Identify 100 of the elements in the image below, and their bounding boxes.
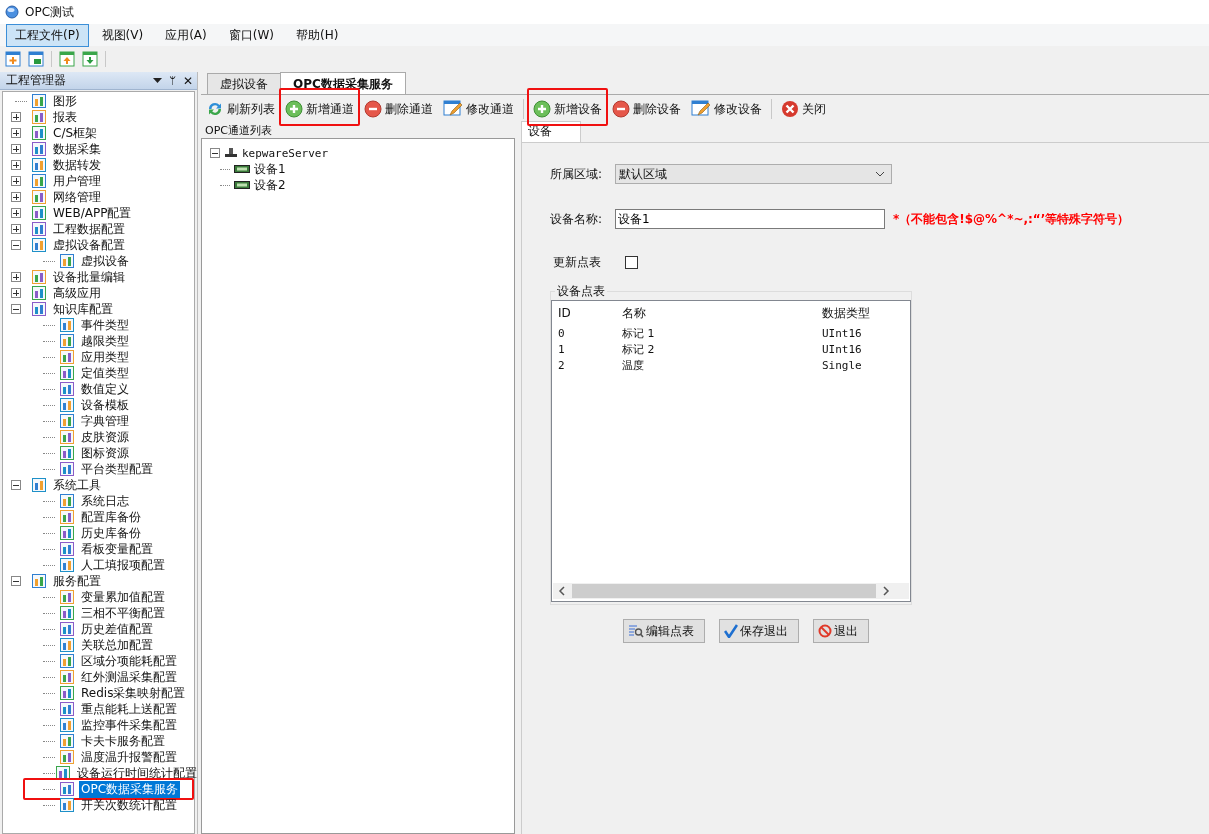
menu-item[interactable]: 窗口(W) bbox=[219, 23, 283, 47]
tree-item[interactable]: 设备2 bbox=[254, 176, 286, 194]
tree-item[interactable]: 系统工具 bbox=[51, 476, 103, 494]
scroll-left-icon[interactable] bbox=[558, 586, 566, 596]
tree-item[interactable]: 看板变量配置 bbox=[79, 540, 155, 558]
menu-item[interactable]: 视图(V) bbox=[92, 23, 153, 47]
scrollbar-thumb[interactable] bbox=[572, 584, 876, 598]
tree-item[interactable]: 服务配置 bbox=[51, 572, 103, 590]
tree-item[interactable]: kepwareServer bbox=[242, 146, 329, 160]
tree-item[interactable]: 事件类型 bbox=[79, 316, 131, 334]
remove-icon bbox=[364, 100, 382, 118]
new-file-icon[interactable] bbox=[5, 51, 21, 67]
form-button[interactable]: 保存退出 bbox=[719, 619, 799, 643]
horizontal-scrollbar[interactable] bbox=[553, 583, 909, 599]
menu-item[interactable]: 应用(A) bbox=[156, 23, 216, 47]
expand-toggle[interactable] bbox=[11, 224, 21, 234]
tree-item[interactable]: 设备批量编辑 bbox=[51, 268, 127, 286]
tree-item[interactable]: 数据采集 bbox=[51, 140, 103, 158]
tree-item[interactable]: 高级应用 bbox=[51, 284, 103, 302]
scroll-right-icon[interactable] bbox=[882, 586, 890, 596]
toolbar-button[interactable]: 删除设备 bbox=[608, 98, 685, 120]
area-dropdown[interactable]: 默认区域 bbox=[615, 164, 892, 184]
tree-item[interactable]: 报表 bbox=[51, 108, 79, 126]
toolbar-button[interactable]: 修改通道 bbox=[439, 98, 518, 120]
tree-item[interactable]: 用户管理 bbox=[51, 172, 103, 190]
tree-item[interactable]: 图形 bbox=[51, 92, 79, 110]
tree-item[interactable]: 虚拟设备 bbox=[79, 252, 131, 270]
pin-button[interactable]: ᛘ bbox=[168, 74, 176, 87]
tree-item[interactable]: 平台类型配置 bbox=[79, 460, 155, 478]
tree-item[interactable]: 红外测温采集配置 bbox=[79, 668, 179, 686]
column-header[interactable]: 名称 bbox=[622, 304, 822, 322]
expand-toggle[interactable] bbox=[11, 160, 21, 170]
tree-item[interactable]: 监控事件采集配置 bbox=[79, 716, 179, 734]
tree-item[interactable]: 变量累加值配置 bbox=[79, 588, 167, 606]
tree-item[interactable]: 虚拟设备配置 bbox=[51, 236, 127, 254]
tree-item[interactable]: 历史库备份 bbox=[79, 524, 143, 542]
tree-item[interactable]: 区域分项能耗配置 bbox=[79, 652, 179, 670]
tree-item[interactable]: 越限类型 bbox=[79, 332, 131, 350]
tree-item[interactable]: 系统日志 bbox=[79, 492, 131, 510]
checkbox[interactable] bbox=[625, 255, 638, 269]
tree-item[interactable]: 三相不平衡配置 bbox=[79, 604, 167, 622]
tree-item[interactable]: 设备模板 bbox=[79, 396, 131, 414]
form-button[interactable]: 退出 bbox=[813, 619, 869, 643]
tree-item[interactable]: 关联总加配置 bbox=[79, 636, 155, 654]
edit-icon bbox=[691, 100, 711, 118]
form-button[interactable]: 编辑点表 bbox=[623, 619, 705, 643]
server-icon bbox=[224, 147, 238, 159]
window-icon[interactable] bbox=[28, 51, 44, 67]
tree-item[interactable]: 卡夫卡服务配置 bbox=[79, 732, 167, 750]
tree-item[interactable]: C/S框架 bbox=[51, 124, 100, 142]
toolbar-button[interactable]: 关闭 bbox=[777, 98, 830, 120]
expand-toggle[interactable] bbox=[11, 480, 21, 490]
toolbar-button[interactable]: 新增设备 bbox=[529, 98, 606, 120]
expand-toggle[interactable] bbox=[11, 208, 21, 218]
expand-toggle[interactable] bbox=[11, 128, 21, 138]
tree-item[interactable]: 字典管理 bbox=[79, 412, 131, 430]
expand-toggle[interactable] bbox=[11, 192, 21, 202]
tree-item[interactable]: 人工填报项配置 bbox=[79, 556, 167, 574]
expand-toggle[interactable] bbox=[11, 576, 21, 586]
tree-item[interactable]: 温度温升报警配置 bbox=[79, 748, 179, 766]
expand-toggle[interactable] bbox=[11, 288, 21, 298]
toolbar-button[interactable]: 刷新列表 bbox=[202, 98, 279, 120]
expand-toggle[interactable] bbox=[210, 148, 220, 158]
tree-item[interactable]: 定值类型 bbox=[79, 364, 131, 382]
tree-item[interactable]: 网络管理 bbox=[51, 188, 103, 206]
column-header[interactable]: ID bbox=[558, 306, 622, 320]
menu-item[interactable]: 帮助(H) bbox=[287, 23, 348, 47]
tree-item[interactable]: 设备1 bbox=[254, 160, 286, 178]
tree-item[interactable]: 应用类型 bbox=[79, 348, 131, 366]
tree-item[interactable]: 数据转发 bbox=[51, 156, 103, 174]
tree-item[interactable]: 图标资源 bbox=[79, 444, 131, 462]
menu-item[interactable]: 工程文件(P) bbox=[6, 23, 89, 47]
tab[interactable]: 设备 bbox=[521, 121, 581, 142]
close-button[interactable]: ✕ bbox=[182, 74, 193, 87]
tree-item[interactable]: Redis采集映射配置 bbox=[79, 684, 188, 702]
name-field[interactable]: 设备1 bbox=[615, 209, 885, 229]
expand-toggle[interactable] bbox=[11, 176, 21, 186]
tree-item[interactable]: 配置库备份 bbox=[79, 508, 143, 526]
tree-item[interactable]: WEB/APP配置 bbox=[51, 204, 134, 222]
expand-toggle[interactable] bbox=[11, 144, 21, 154]
expand-toggle[interactable] bbox=[11, 240, 21, 250]
expand-toggle[interactable] bbox=[11, 272, 21, 282]
toolbar-button[interactable]: 修改设备 bbox=[687, 98, 766, 120]
node-icon bbox=[59, 445, 75, 461]
tree-item[interactable]: 历史差值配置 bbox=[79, 620, 155, 638]
tree-item[interactable]: OPC数据采集服务 bbox=[79, 780, 181, 798]
toolbar-button[interactable]: 删除通道 bbox=[360, 98, 437, 120]
column-header[interactable]: 数据类型 bbox=[822, 304, 902, 322]
expand-toggle[interactable] bbox=[11, 112, 21, 122]
tree-item[interactable]: 开关次数统计配置 bbox=[79, 796, 179, 814]
tree-item[interactable]: 工程数据配置 bbox=[51, 220, 127, 238]
tree-item[interactable]: 数值定义 bbox=[79, 380, 131, 398]
toolbar-button[interactable]: 新增通道 bbox=[281, 98, 358, 120]
tree-item[interactable]: 皮肤资源 bbox=[79, 428, 131, 446]
expand-toggle[interactable] bbox=[11, 304, 21, 314]
tree-item[interactable]: 设备运行时间统计配置 bbox=[75, 764, 199, 782]
dropdown-icon[interactable] bbox=[152, 77, 162, 84]
tree-item[interactable]: 知识库配置 bbox=[51, 300, 115, 318]
tree-item[interactable]: 重点能耗上送配置 bbox=[79, 700, 179, 718]
tab[interactable]: 虚拟设备 bbox=[207, 73, 281, 94]
